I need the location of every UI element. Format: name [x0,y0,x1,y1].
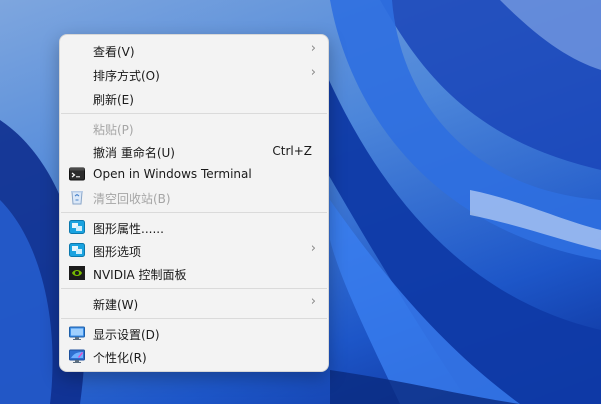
menu-item-label: 清空回收站(B) [93,192,171,206]
menu-item-label: 撤消 重命名(U) [93,146,175,160]
menu-item-label: NVIDIA 控制面板 [93,268,187,282]
terminal-icon [69,166,85,182]
menu-item-label: 粘贴(P) [93,123,134,137]
menu-item-new[interactable]: 新建(W) › [64,292,324,314]
menu-item-view[interactable]: 查看(V) › [64,39,324,61]
menu-item-open-terminal[interactable]: Open in Windows Terminal [64,163,324,185]
menu-item-paste[interactable]: 粘贴(P) [64,117,324,139]
menu-item-label: Open in Windows Terminal [93,167,252,181]
monitor-icon [69,325,85,341]
chevron-right-icon: › [310,241,316,256]
menu-item-personalize[interactable]: 个性化(R) [64,345,324,367]
menu-item-graphics-properties[interactable]: 图形属性...... [64,216,324,238]
menu-item-label: 个性化(R) [93,351,147,365]
menu-separator [61,288,327,289]
menu-item-graphics-options[interactable]: 图形选项 › [64,239,324,261]
menu-item-label: 新建(W) [93,298,139,312]
shortcut-hint: Ctrl+Z [272,144,312,158]
intel-graphics-icon [69,219,85,235]
menu-item-label: 图形属性...... [93,222,164,236]
menu-item-empty-recycle-bin[interactable]: 清空回收站(B) [64,186,324,208]
intel-graphics-icon [69,242,85,258]
menu-item-sort-by[interactable]: 排序方式(O) › [64,63,324,85]
menu-item-label: 排序方式(O) [93,69,160,83]
menu-item-label: 查看(V) [93,45,135,59]
menu-item-refresh[interactable]: 刷新(E) [64,87,324,109]
recycle-bin-icon [69,189,85,205]
personalize-icon [69,348,85,364]
menu-item-undo-rename[interactable]: 撤消 重命名(U) Ctrl+Z [64,140,324,162]
menu-item-label: 图形选项 [93,245,142,259]
menu-separator [61,212,327,213]
menu-separator [61,318,327,319]
menu-item-nvidia-control-panel[interactable]: NVIDIA 控制面板 [64,262,324,284]
nvidia-icon [69,265,85,281]
chevron-right-icon: › [310,65,316,80]
menu-item-display-settings[interactable]: 显示设置(D) [64,322,324,344]
desktop-context-menu: 查看(V) › 排序方式(O) › 刷新(E) 粘贴(P) 撤消 重命名(U) … [59,34,329,372]
menu-item-label: 显示设置(D) [93,328,160,342]
menu-separator [61,113,327,114]
chevron-right-icon: › [310,41,316,56]
menu-item-label: 刷新(E) [93,93,134,107]
chevron-right-icon: › [310,294,316,309]
